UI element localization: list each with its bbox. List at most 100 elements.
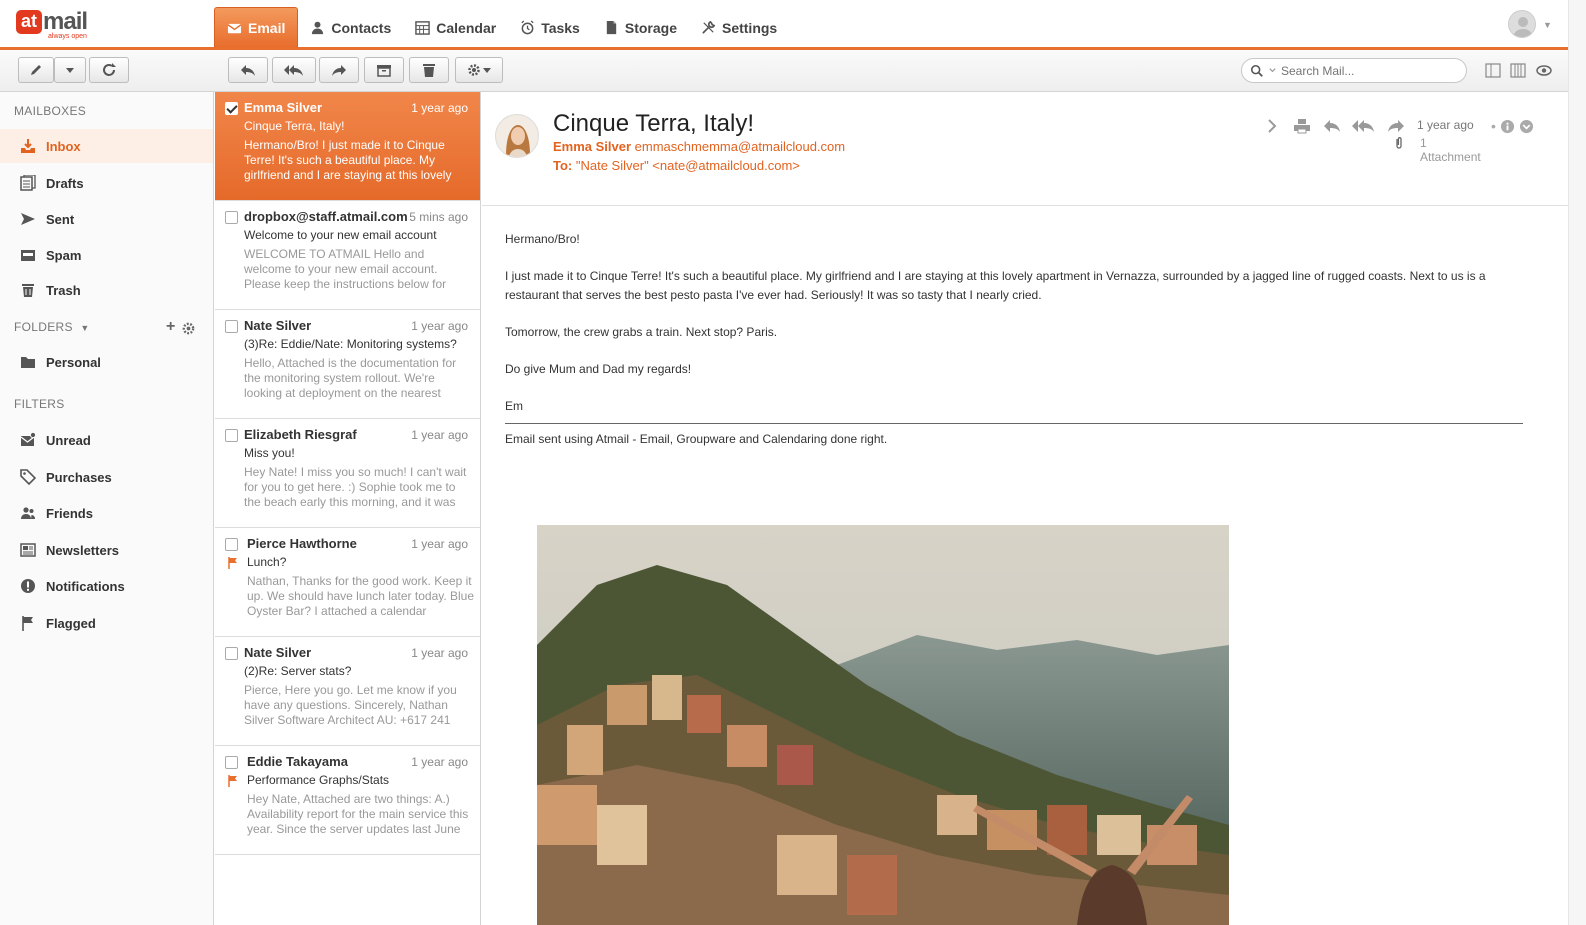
- sidebar-item-flagged[interactable]: Flagged: [0, 606, 213, 640]
- recipient-value: "Nate Silver" <nate@atmailcloud.com>: [575, 158, 800, 173]
- user-menu-caret-icon[interactable]: ▼: [1543, 20, 1552, 30]
- nav-tasks[interactable]: Tasks: [508, 7, 592, 48]
- trash-icon: [22, 284, 34, 297]
- sidebar-item-label: Notifications: [46, 578, 125, 594]
- logo-mail: mail: [43, 8, 88, 35]
- add-folder-icon[interactable]: +: [166, 318, 175, 336]
- message-recipient[interactable]: To: "Nate Silver" <nate@atmailcloud.com>: [553, 158, 800, 173]
- sidebar-item-label: Inbox: [46, 138, 81, 154]
- forward-icon[interactable]: [1386, 116, 1406, 136]
- nav-settings-label: Settings: [721, 19, 778, 36]
- sidebar-item-trash[interactable]: Trash: [0, 273, 213, 307]
- message-subject: Performance Graphs/Stats: [247, 773, 390, 787]
- message-time: 1 year ago: [411, 755, 468, 769]
- print-icon[interactable]: [1292, 116, 1312, 136]
- message-sender[interactable]: Emma Silver emmaschmemma@atmailcloud.com: [553, 139, 845, 154]
- message-info: •: [1491, 118, 1534, 134]
- search-box[interactable]: [1241, 58, 1467, 83]
- chevron-right-icon[interactable]: [1262, 116, 1282, 136]
- delete-button[interactable]: [409, 57, 449, 83]
- caret-down-icon: [66, 68, 74, 73]
- attached-photo[interactable]: [537, 525, 1229, 925]
- reply-icon[interactable]: [1322, 116, 1342, 136]
- calendar-icon: [415, 21, 431, 35]
- message-row[interactable]: Eddie Takayama 1 year ago Performance Gr…: [215, 746, 480, 855]
- message-checkbox[interactable]: [225, 211, 238, 224]
- message-row[interactable]: Elizabeth Riesgraf 1 year ago Miss you! …: [215, 419, 480, 528]
- separator-dot-icon: •: [1491, 118, 1496, 134]
- message-subject: (2)Re: Server stats?: [244, 664, 352, 678]
- sidebar-item-label: Personal: [46, 354, 101, 370]
- sidebar-item-drafts[interactable]: Drafts: [0, 166, 213, 200]
- sidebar-item-personal[interactable]: Personal: [0, 345, 213, 379]
- reply-icon: [241, 65, 255, 76]
- message-header: Cinque Terra, Italy! Emma Silver emmasch…: [482, 92, 1568, 206]
- message-actions: [1262, 116, 1406, 136]
- layout-columns-icon[interactable]: [1510, 63, 1526, 78]
- sidebar-item-friends[interactable]: Friends: [0, 496, 213, 530]
- message-preview: Hermano/Bro! I just made it to Cinque Te…: [244, 138, 452, 182]
- attachment-indicator[interactable]: 1 Attachment: [1396, 136, 1481, 164]
- caret-down-icon: [483, 68, 491, 73]
- message-row[interactable]: Emma Silver 1 year ago Cinque Terra, Ita…: [215, 92, 480, 201]
- nav-storage[interactable]: Storage: [592, 7, 689, 48]
- sidebar-item-notifications[interactable]: Notifications: [0, 569, 213, 603]
- body-paragraph: Hermano/Bro!: [505, 232, 580, 246]
- sidebar-item-newsletters[interactable]: Newsletters: [0, 533, 213, 567]
- message-row[interactable]: Pierce Hawthorne 1 year ago Lunch? Natha…: [215, 528, 480, 637]
- nav-calendar[interactable]: Calendar: [403, 7, 508, 48]
- message-checkbox[interactable]: [225, 756, 238, 769]
- message-checkbox[interactable]: [225, 538, 238, 551]
- user-avatar[interactable]: [1508, 10, 1536, 38]
- message-row[interactable]: Nate Silver 1 year ago (3)Re: Eddie/Nate…: [215, 310, 480, 419]
- folders-title[interactable]: FOLDERS ▼: [14, 320, 90, 334]
- sidebar-item-sent[interactable]: Sent: [0, 202, 213, 236]
- sidebar-item-purchases[interactable]: Purchases: [0, 460, 213, 494]
- refresh-button[interactable]: [89, 57, 129, 83]
- user-silhouette-icon: [1513, 17, 1533, 37]
- nav-settings[interactable]: Settings: [689, 7, 789, 48]
- info-icon[interactable]: [1500, 119, 1515, 134]
- folder-settings-gear-icon[interactable]: [181, 321, 196, 336]
- message-title: Cinque Terra, Italy!: [553, 110, 754, 137]
- nav-contacts-label: Contacts: [331, 19, 392, 36]
- trash-icon: [423, 64, 435, 77]
- compose-dropdown-button[interactable]: [54, 57, 86, 83]
- layout-single-icon[interactable]: [1485, 63, 1501, 78]
- sidebar-item-inbox[interactable]: Inbox: [0, 129, 213, 163]
- unread-icon: [20, 432, 36, 446]
- preview-eye-icon[interactable]: [1536, 65, 1552, 76]
- message-from: Nate Silver: [244, 645, 312, 660]
- search-input[interactable]: [1281, 63, 1451, 78]
- message-row[interactable]: dropbox@staff.atmail.com 5 mins ago Welc…: [215, 201, 480, 310]
- flag-icon[interactable]: [227, 775, 239, 787]
- message-checkbox[interactable]: [225, 320, 238, 333]
- logo-tagline: always open: [48, 33, 87, 40]
- send-icon: [21, 213, 35, 225]
- refresh-icon: [103, 63, 116, 76]
- page-scrollbar[interactable]: [1568, 0, 1586, 925]
- sidebar-item-unread[interactable]: Unread: [0, 423, 213, 457]
- message-checkbox[interactable]: [225, 102, 238, 115]
- archive-button[interactable]: [364, 57, 404, 83]
- sender-avatar[interactable]: [495, 114, 539, 158]
- sidebar-item-label: Drafts: [46, 175, 84, 191]
- nav-contacts[interactable]: Contacts: [298, 7, 403, 48]
- atmail-logo[interactable]: at mail always open: [16, 8, 106, 40]
- message-time: 1 year ago: [411, 319, 468, 333]
- compose-button[interactable]: [18, 57, 54, 83]
- chevron-down-circle-icon[interactable]: [1519, 119, 1534, 134]
- nav-email[interactable]: Email: [214, 7, 299, 48]
- forward-button[interactable]: [319, 57, 359, 83]
- message-row[interactable]: Nate Silver 1 year ago (2)Re: Server sta…: [215, 637, 480, 746]
- message-checkbox[interactable]: [225, 647, 238, 660]
- reply-all-icon[interactable]: [1352, 116, 1376, 136]
- message-checkbox[interactable]: [225, 429, 238, 442]
- sidebar-item-spam[interactable]: Spam: [0, 238, 213, 272]
- reply-all-button[interactable]: [272, 57, 316, 83]
- chevron-down-icon[interactable]: [1268, 66, 1277, 75]
- more-actions-button[interactable]: [455, 57, 503, 83]
- flag-icon[interactable]: [227, 557, 239, 569]
- reply-button[interactable]: [228, 57, 268, 83]
- sender-photo: [496, 115, 538, 157]
